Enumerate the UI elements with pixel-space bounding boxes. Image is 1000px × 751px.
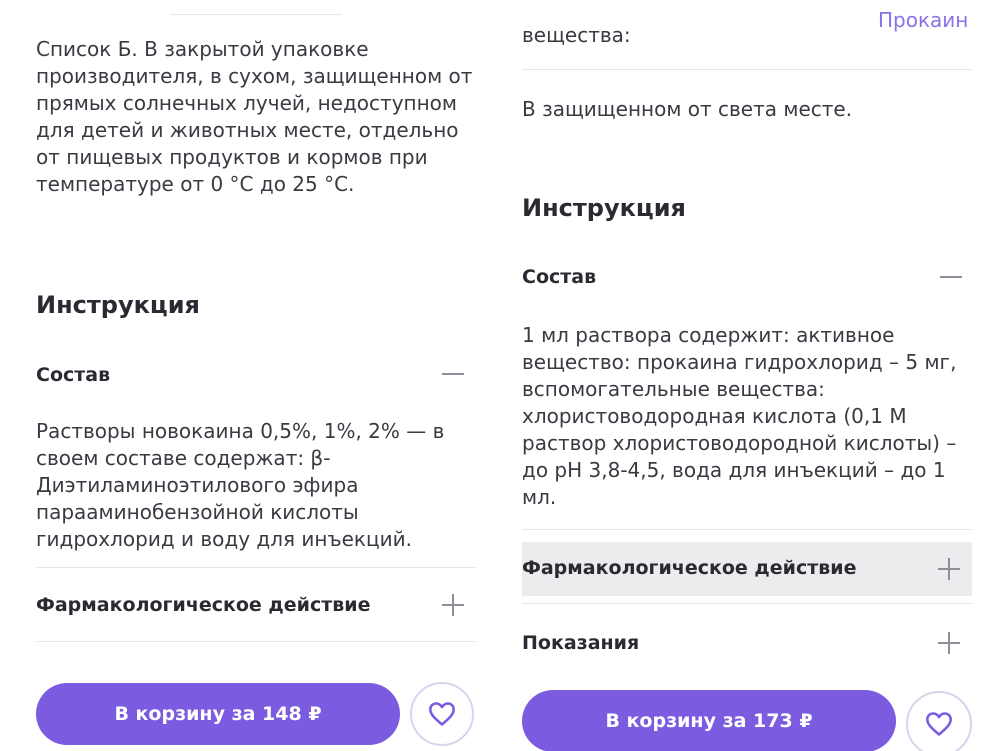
left-product-panel: Список Б. В закрытой упаковке производит…	[0, 0, 494, 751]
top-divider	[170, 14, 342, 15]
section-divider	[522, 529, 972, 530]
pharmacological-action-accordion[interactable]: Фармакологическое действие	[522, 542, 972, 596]
panel-separator	[494, 0, 506, 751]
add-to-cart-button[interactable]: В корзину за 148 ₽	[36, 683, 400, 745]
heart-icon	[429, 702, 455, 726]
plus-icon[interactable]	[936, 556, 962, 582]
storage-conditions-text: Список Б. В закрытой упаковке производит…	[36, 37, 473, 196]
section-divider	[36, 567, 476, 568]
plus-icon[interactable]	[936, 630, 962, 656]
bottom-action-bar: В корзину за 148 ₽	[0, 672, 494, 751]
section-divider	[36, 641, 476, 642]
composition-accordion-header[interactable]: Состав	[36, 352, 476, 398]
favorite-button[interactable]	[906, 691, 972, 751]
instruction-heading: Инструкция	[522, 194, 686, 222]
instruction-heading: Инструкция	[36, 291, 200, 319]
pharmacological-action-title: Фармакологическое действие	[522, 557, 857, 579]
section-divider	[522, 603, 972, 604]
composition-title: Состав	[522, 266, 597, 288]
heart-icon	[926, 712, 952, 736]
section-divider	[522, 69, 972, 70]
favorite-button[interactable]	[410, 682, 474, 746]
active-substance-label: вещества:	[522, 23, 631, 47]
minus-icon[interactable]	[938, 264, 964, 290]
pharmacological-action-accordion[interactable]: Фармакологическое действие	[36, 582, 476, 628]
composition-accordion-header[interactable]: Состав	[522, 254, 972, 300]
active-substance-link[interactable]: Прокаин	[878, 8, 968, 32]
composition-text: 1 мл раствора содержит: активное веществ…	[522, 323, 957, 509]
composition-text: Растворы новокаина 0,5%, 1%, 2% — в свое…	[36, 419, 445, 551]
right-product-panel: вещества: Прокаин В защищенном от света …	[506, 0, 1000, 751]
indications-title: Показания	[522, 632, 640, 654]
pharmacological-action-title: Фармакологическое действие	[36, 594, 371, 616]
plus-icon[interactable]	[440, 592, 466, 618]
storage-conditions-text: В защищенном от света месте.	[522, 97, 853, 121]
add-to-cart-button[interactable]: В корзину за 173 ₽	[522, 690, 896, 751]
bottom-action-bar: В корзину за 173 ₽	[506, 678, 1000, 751]
indications-accordion[interactable]: Показания	[522, 620, 972, 666]
composition-title: Состав	[36, 364, 111, 386]
minus-icon[interactable]	[440, 361, 466, 387]
